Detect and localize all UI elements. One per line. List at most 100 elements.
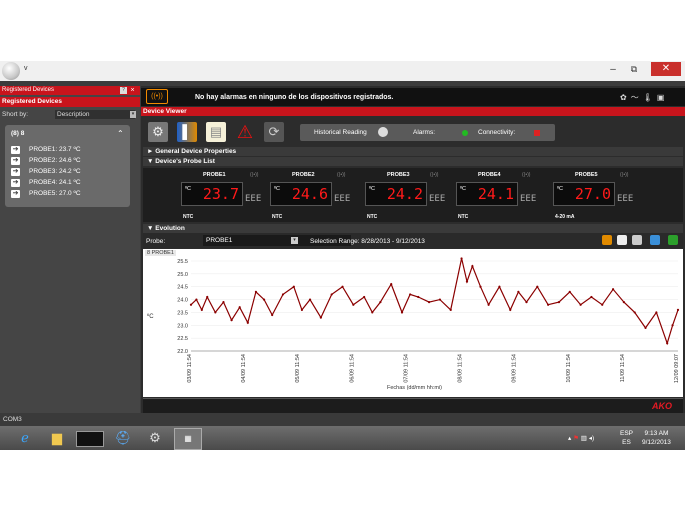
data-point <box>262 298 266 301</box>
probe-name: PROBE3 <box>387 172 410 178</box>
probe-display[interactable]: ºC 23.7 <box>181 182 243 206</box>
x-tick-label: 07/09 11:54 <box>403 354 409 383</box>
sort-label: Short by: <box>2 111 29 118</box>
probe-display[interactable]: ºC 24.1 <box>456 182 518 206</box>
connectivity-label: Connectivity: <box>478 129 516 136</box>
ie-icon[interactable]: ℯ <box>12 428 38 448</box>
sync-icon[interactable]: ⟳ <box>264 122 284 142</box>
sort-select[interactable]: Description <box>55 110 135 119</box>
ako-app-icon[interactable]: ▦ <box>174 428 202 450</box>
cmd-icon[interactable] <box>76 431 104 447</box>
thermometer-icon[interactable]: 🌡 <box>643 93 657 102</box>
sidebar-probe-item[interactable]: ➔ PROBE1: 23.7 ºC <box>9 145 129 155</box>
evolution-section[interactable]: ▼ Evolution <box>143 224 683 233</box>
y-tick-label: 23.5 <box>177 310 188 316</box>
data-point <box>319 316 322 319</box>
data-point <box>460 257 463 260</box>
document-icon[interactable] <box>617 235 627 245</box>
ako-logo: AKO <box>652 401 672 411</box>
x-tick-label: 06/09 11:54 <box>349 354 355 383</box>
folder-icon[interactable]: ▆ <box>44 428 70 448</box>
tray-icons: ▴ ⚑ ▥ ◂) <box>568 434 594 442</box>
data-point <box>601 303 604 306</box>
maximize-button[interactable]: ⧉ <box>624 63 644 76</box>
series-line <box>190 258 679 346</box>
data-point <box>465 280 469 283</box>
historical-reading-label: Historical Reading <box>314 129 367 136</box>
data-point <box>390 283 393 286</box>
document-icon[interactable]: ▤ <box>206 122 226 142</box>
data-point <box>547 303 550 306</box>
close-button[interactable]: ✕ <box>651 62 681 76</box>
device-group[interactable]: (8) 8 ⌃ ➔ PROBE1: 23.7 ºC ➔ PROBE2: 24.6 º… <box>5 125 130 207</box>
data-point <box>400 311 404 314</box>
sidebar-panel-title: Registered Devices <box>0 86 140 95</box>
port-bar: COM3 <box>0 413 685 426</box>
data-point <box>281 293 285 296</box>
app-orb-button[interactable] <box>2 62 20 80</box>
port-label: COM3 <box>3 416 22 423</box>
network-icon[interactable]: ▥ <box>581 435 587 442</box>
probe-name: PROBE5 <box>575 172 598 178</box>
data-point <box>655 311 658 314</box>
probe-display[interactable]: ºC 24.2 <box>365 182 427 206</box>
signal-icon: ((•)) <box>337 172 346 178</box>
window-icon[interactable]: ▣ <box>657 93 669 102</box>
tray-up-icon[interactable]: ▴ <box>568 435 571 442</box>
table-icon[interactable] <box>632 235 642 245</box>
clock[interactable]: 9:13 AM 9/12/2013 <box>642 429 671 447</box>
data-point <box>189 303 193 306</box>
wave-icon[interactable]: 〜 <box>631 93 643 102</box>
data-point <box>487 303 490 306</box>
alarm-broadcast-icon[interactable]: ((•)) <box>146 89 168 104</box>
minimize-button[interactable]: – <box>605 63 621 76</box>
y-tick-label: 24.5 <box>177 285 188 291</box>
export-icon[interactable] <box>602 235 612 245</box>
data-point <box>254 290 258 293</box>
device-manager-icon[interactable]: ⛑ <box>110 428 136 448</box>
data-point <box>409 293 412 296</box>
excel-icon[interactable] <box>668 235 678 245</box>
settings-icon[interactable]: ⚙ <box>142 428 168 448</box>
data-point <box>525 301 528 304</box>
tray-flag-icon[interactable]: ⚑ <box>573 435 579 442</box>
data-point <box>417 295 420 299</box>
general-properties-section[interactable]: ► General Device Properties <box>143 147 683 156</box>
y-tick-label: 24.0 <box>177 298 188 304</box>
x-tick-label: 12/09 09:07 <box>674 354 680 383</box>
data-point <box>671 324 674 327</box>
probe-display[interactable]: ºC 24.6 <box>270 182 332 206</box>
header-icons: ✿〜🌡▣ <box>620 92 668 103</box>
data-point <box>371 311 374 314</box>
x-tick-label: 10/09 11:54 <box>566 354 572 383</box>
arrow-right-icon: ➔ <box>11 190 20 198</box>
gear-icon[interactable]: ✿ <box>620 93 631 102</box>
probe-list-section[interactable]: ▼ Device's Probe List <box>143 157 683 166</box>
signal-icon: ((•)) <box>430 172 439 178</box>
volume-icon[interactable]: ◂) <box>589 435 594 442</box>
chart-legend: 8 PROBE1 <box>145 250 176 256</box>
sort-dropdown-icon[interactable]: ▾ <box>130 111 136 118</box>
sidebar-probe-item[interactable]: ➔ PROBE4: 24.1 ºC <box>9 178 129 188</box>
data-point <box>536 285 539 288</box>
arrow-right-icon: ➔ <box>11 179 20 187</box>
probe-display[interactable]: ºC 27.0 <box>553 182 615 206</box>
settings-gear-icon[interactable]: ⚙ <box>148 122 168 142</box>
pin-icon[interactable]: ? <box>120 87 127 94</box>
selection-range: Selection Range: 8/28/2013 - 9/12/2013 <box>310 238 425 245</box>
historical-reading-icon[interactable] <box>378 127 388 137</box>
data-point <box>292 285 295 288</box>
book-icon[interactable]: ▌ <box>177 122 197 142</box>
sidebar-probe-item[interactable]: ➔ PROBE2: 24.6 ºC <box>9 156 129 166</box>
sidebar-probe-item[interactable]: ➔ PROBE5: 27.0 ºC <box>9 189 129 199</box>
collapse-icon[interactable]: ⌃ <box>117 129 124 138</box>
status-toggle-bar: Historical Reading Alarms: Connectivity: <box>300 124 555 141</box>
probe-dropdown-icon[interactable]: ▾ <box>291 237 298 244</box>
warning-icon[interactable]: ⚠ <box>235 122 255 142</box>
refresh-icon[interactable] <box>650 235 660 245</box>
data-point <box>238 306 241 309</box>
sidebar-probe-item[interactable]: ➔ PROBE3: 24.2 ºC <box>9 167 129 177</box>
close-panel-icon[interactable]: × <box>129 87 136 94</box>
language-indicator[interactable]: ESP ES <box>620 429 633 447</box>
data-point <box>214 311 217 314</box>
